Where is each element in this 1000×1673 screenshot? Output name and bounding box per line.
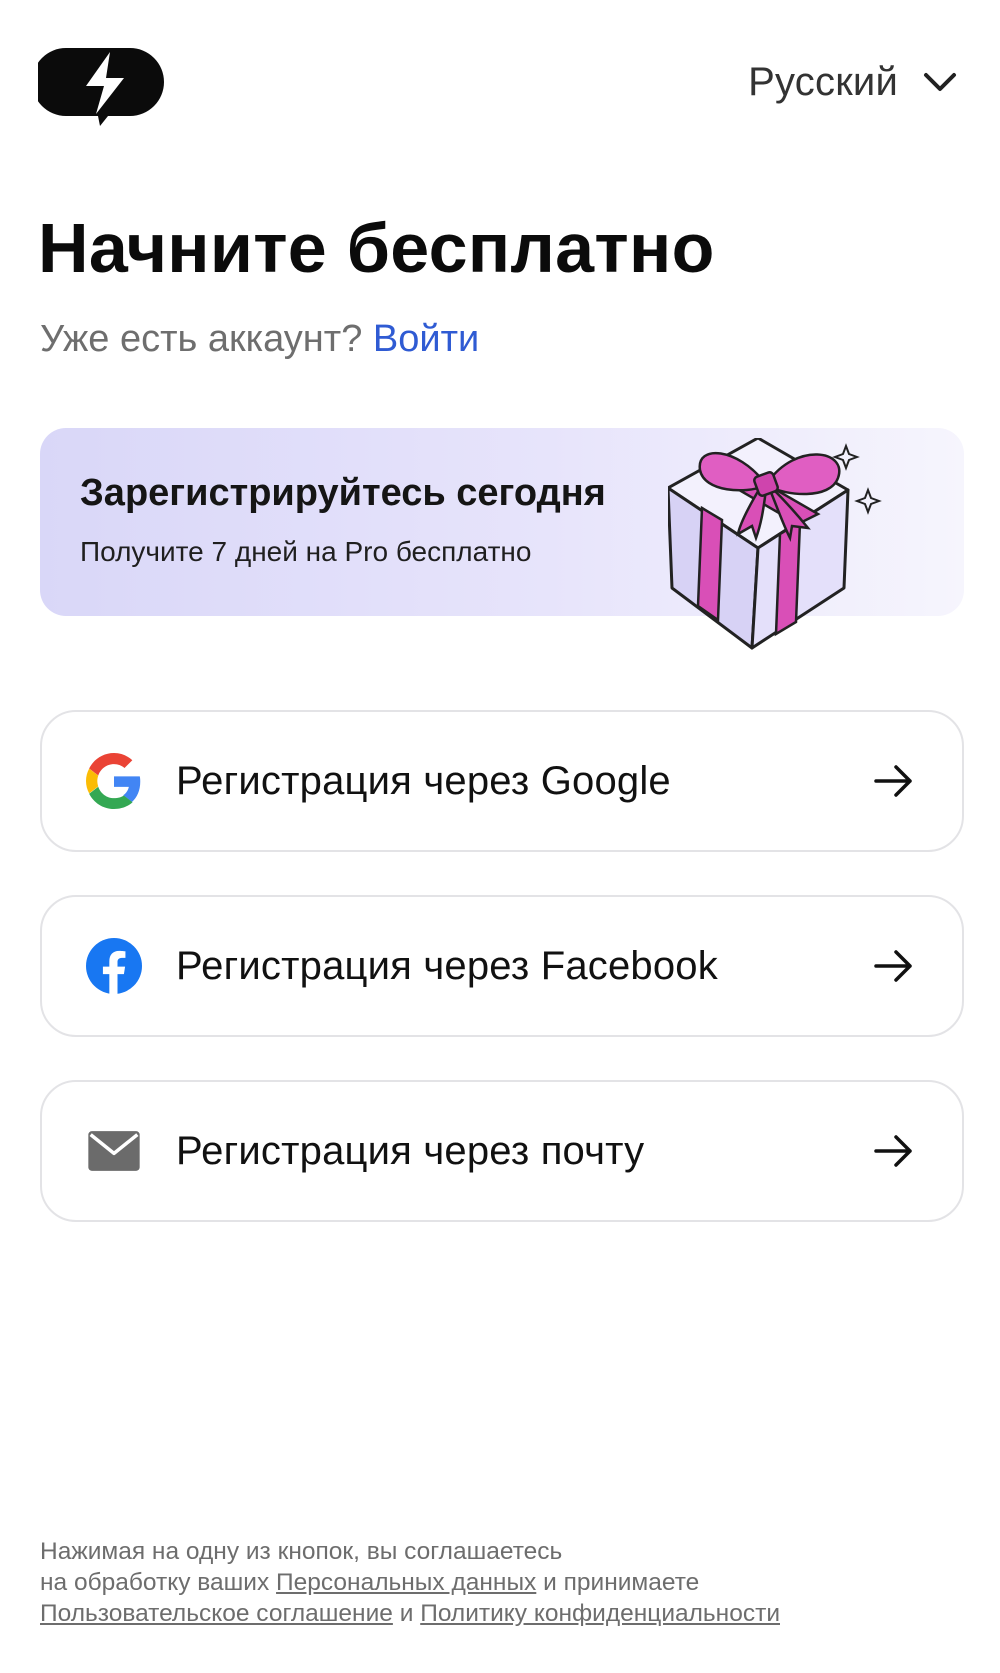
mail-icon [88,1131,140,1171]
legal-text: и [399,1600,414,1627]
legal-text: на обработку ваших [40,1569,270,1596]
legal-line-2: на обработку ваших Персональных данных и… [40,1567,780,1598]
signup-google-button[interactable]: Регистрация через Google [40,710,964,852]
arrow-right-icon [874,765,912,797]
privacy-policy-link[interactable]: Политику конфиденциальности [420,1600,780,1627]
user-agreement-link[interactable]: Пользовательское соглашение [40,1600,393,1627]
legal-line-1: Нажимая на одну из кнопок, вы соглашаете… [40,1536,780,1567]
language-selector[interactable]: Русский [748,60,960,105]
signup-facebook-button[interactable]: Регистрация через Facebook [40,895,964,1037]
gift-box-icon [668,438,882,650]
app-logo-icon[interactable] [32,44,170,126]
signup-google-label: Регистрация через Google [176,758,671,803]
login-prompt-text: Уже есть аккаунт? [40,318,363,360]
google-icon [86,753,141,809]
arrow-right-icon [874,1135,912,1167]
login-link[interactable]: Войти [373,318,479,360]
chevron-down-icon [924,72,956,91]
legal-text: и принимаете [543,1569,700,1596]
personal-data-link[interactable]: Персональных данных [276,1569,536,1596]
signup-email-label: Регистрация через почту [176,1128,645,1173]
login-prompt: Уже есть аккаунт? Войти [40,318,479,361]
promo-title: Зарегистрируйтесь сегодня [80,472,606,514]
page-title: Начните бесплатно [38,209,715,287]
signup-email-button[interactable]: Регистрация через почту [40,1080,964,1222]
legal-notice: Нажимая на одну из кнопок, вы соглашаете… [40,1536,780,1629]
legal-text: Нажимая на одну из кнопок, вы соглашаете… [40,1538,563,1565]
arrow-right-icon [874,950,912,982]
language-label: Русский [748,60,898,104]
legal-line-3: Пользовательское соглашение и Политику к… [40,1598,780,1629]
signup-facebook-label: Регистрация через Facebook [176,943,718,988]
facebook-icon [86,938,142,994]
top-bar: Русский [0,0,1000,170]
promo-subtitle: Получите 7 дней на Pro бесплатно [80,536,532,567]
